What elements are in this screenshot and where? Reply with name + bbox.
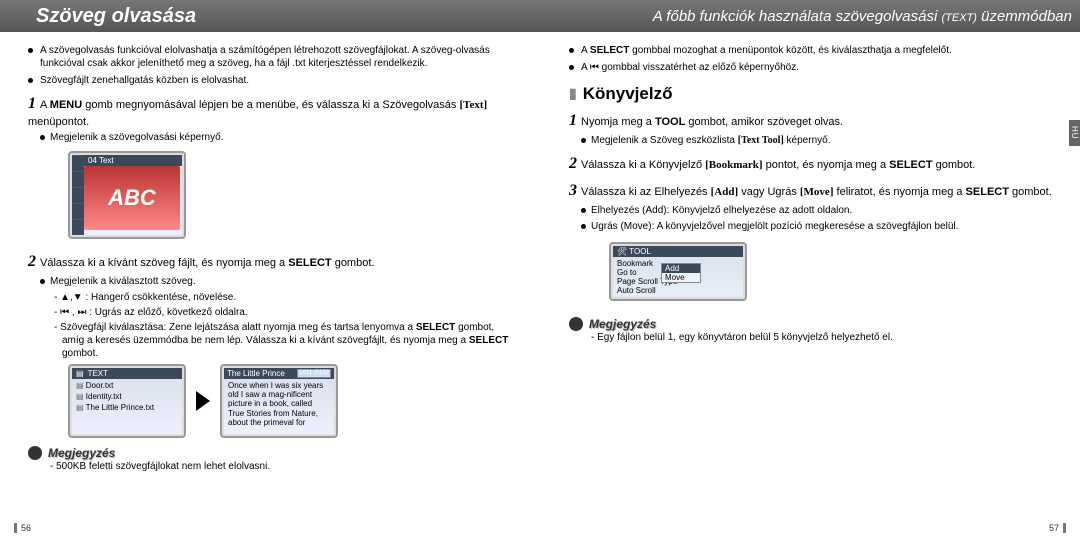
tool-icon: 🛠: [617, 247, 627, 256]
popup-item-selected: Add: [662, 264, 700, 273]
step1r-sub: Megjelenik a Szöveg eszközlista [Text To…: [581, 134, 1052, 147]
page-counter: 0011 /0102: [297, 369, 331, 378]
step-1-left: 1A MENU gomb megnyomásával lépjen be a m…: [28, 93, 512, 129]
note-item: Egy fájlon belül 1, egy könyvtáron belül…: [589, 331, 1052, 344]
header-title-left: Szöveg olvasása: [8, 5, 196, 28]
header-right-b: üzemmódban: [981, 8, 1072, 25]
note-item: 500KB feletti szövegfájlokat nem lehet e…: [48, 460, 512, 473]
device-screenshot-tool: 🛠 TOOL Bookmark Go to Page Scroll Type A…: [609, 242, 747, 301]
note-heading: Megjegyzés: [569, 317, 1052, 331]
note-list: 500KB feletti szövegfájlokat nem lehet e…: [48, 460, 512, 473]
select-word: SELECT: [590, 45, 629, 56]
t: gombot.: [1009, 186, 1052, 198]
intro-item: A szövegolvasás funkcióval elolvashatja …: [28, 44, 512, 70]
file-row: The Little Prince.txt: [76, 403, 178, 414]
popup-item: Move: [662, 273, 700, 282]
dev-head: TEXT: [88, 369, 108, 378]
t: gombot.: [933, 159, 976, 171]
page-number-left: 56: [14, 523, 31, 533]
label: [Move]: [800, 186, 834, 198]
sub-item: Elhelyezés (Add): Könyvjelző elhelyezése…: [581, 204, 1052, 217]
step-1-right: 1Nyomja meg a TOOL gombot, amikor szöveg…: [569, 110, 1052, 132]
t: Megjelenik a Szöveg eszközlista: [591, 135, 738, 146]
t: képernyő.: [784, 135, 831, 146]
t: pontot, és nyomja meg a: [763, 159, 890, 171]
t: gomb megnyomásával lépjen be a menübe, é…: [82, 99, 459, 111]
step-3-right: 3Válassza ki az Elhelyezés [Add] vagy Ug…: [569, 180, 1052, 202]
t: Nyomja meg a: [581, 116, 655, 128]
section-bookmark: Könyvjelző: [569, 84, 1052, 104]
label: [Add]: [711, 186, 739, 198]
header-right-a: A főbb funkciók használata szövegolvasás…: [653, 8, 938, 25]
file-row: Identity.txt: [76, 392, 178, 403]
page-left: A szövegolvasás funkcióval elolvashatja …: [0, 32, 540, 539]
label: [Text Tool]: [738, 135, 784, 146]
label: [Bookmark]: [705, 159, 762, 171]
t: Válassza ki az Elhelyezés: [581, 186, 711, 198]
t: A: [581, 45, 590, 56]
tool-word: TOOL: [655, 116, 685, 128]
intro-list-left: A szövegolvasás funkcióval elolvashatja …: [28, 44, 512, 87]
t: feliratot, és nyomja meg a: [833, 186, 965, 198]
tool-item: Auto Scroll: [617, 286, 739, 295]
dash-item: ⏮ , ⏭ : Ugrás az előző, következő oldalr…: [52, 306, 512, 319]
sub-item: Megjelenik a Szöveg eszközlista [Text To…: [581, 134, 1052, 147]
text-label: [Text]: [459, 99, 487, 111]
step3-subs: Elhelyezés (Add): Könyvjelző elhelyezése…: [581, 204, 1052, 233]
sub-item: Ugrás (Move): A könyvjelzővel megjelölt …: [581, 220, 1052, 233]
step2-sub: Megjelenik a kiválasztott szöveg.: [40, 275, 512, 288]
preview-body: Once when I was six years old I saw a ma…: [224, 379, 334, 429]
select-word: SELECT: [966, 186, 1009, 198]
file-row: Door.txt: [76, 381, 178, 392]
device-screenshot-abc: 04 Text ABC: [68, 151, 186, 239]
header-title-right: A főbb funkciók használata szövegolvasás…: [653, 8, 1072, 25]
page-right: A SELECT gombbal mozoghat a menüpontok k…: [540, 32, 1080, 539]
header-bar: Szöveg olvasása A főbb funkciók használa…: [0, 0, 1080, 32]
note-list: Egy fájlon belül 1, egy könyvtáron belül…: [589, 331, 1052, 344]
t: gombot, amikor szöveget olvas.: [685, 116, 843, 128]
step1-sub: Megjelenik a szövegolvasási képernyő.: [40, 131, 512, 144]
t: gombot.: [332, 257, 375, 269]
sub-item: Megjelenik a szövegolvasási képernyő.: [40, 131, 512, 144]
intro-list-right: A SELECT gombbal mozoghat a menüpontok k…: [569, 44, 1052, 74]
abc-text: ABC: [108, 185, 156, 211]
dev-head: The Little Prince: [227, 369, 285, 378]
abc-image: ABC: [84, 166, 180, 230]
arrow-icon: [196, 391, 210, 411]
page-spread: A szövegolvasás funkcióval elolvashatja …: [0, 32, 1080, 539]
t: menüpontot.: [28, 116, 89, 128]
t: Válassza ki a Könyvjelző: [581, 159, 705, 171]
header-right-small: (TEXT): [941, 12, 976, 24]
sub-item: Megjelenik a kiválasztott szöveg.: [40, 275, 512, 288]
device-pair: ▤TEXT Door.txt Identity.txt The Little P…: [68, 364, 512, 438]
tool-head-text: TOOL: [629, 247, 651, 256]
dash-item: ▲,▼ : Hangerő csökkentése, növelése.: [52, 291, 512, 304]
step-2-right: 2Válassza ki a Könyvjelző [Bookmark] pon…: [569, 153, 1052, 175]
intro-item: Szövegfájlt zenehallgatás közben is elol…: [28, 74, 512, 87]
step-2-left: 2Válassza ki a kívánt szöveg fájlt, és n…: [28, 251, 512, 273]
screen-title: 04 Text: [84, 155, 182, 166]
select-word: SELECT: [889, 159, 932, 171]
note-heading: Megjegyzés: [28, 446, 512, 460]
menu-word: MENU: [50, 99, 82, 111]
t: gombbal mozoghat a menüpontok között, és…: [629, 45, 951, 56]
intro-item: A SELECT gombbal mozoghat a menüpontok k…: [569, 44, 1052, 57]
select-word: SELECT: [288, 257, 331, 269]
dash-item: Szövegfájl kiválasztása: Zene lejátszása…: [52, 321, 512, 360]
intro-item: A ⏮ gombbal visszatérhet az előző képern…: [569, 61, 1052, 74]
page-number-right: 57: [1049, 523, 1066, 533]
t: A: [40, 99, 50, 111]
t: Válassza ki a kívánt szöveg fájlt, és ny…: [40, 257, 288, 269]
t: vagy Ugrás: [738, 186, 800, 198]
step2-dashes: ▲,▼ : Hangerő csökkentése, növelése. ⏮ ,…: [52, 291, 512, 360]
